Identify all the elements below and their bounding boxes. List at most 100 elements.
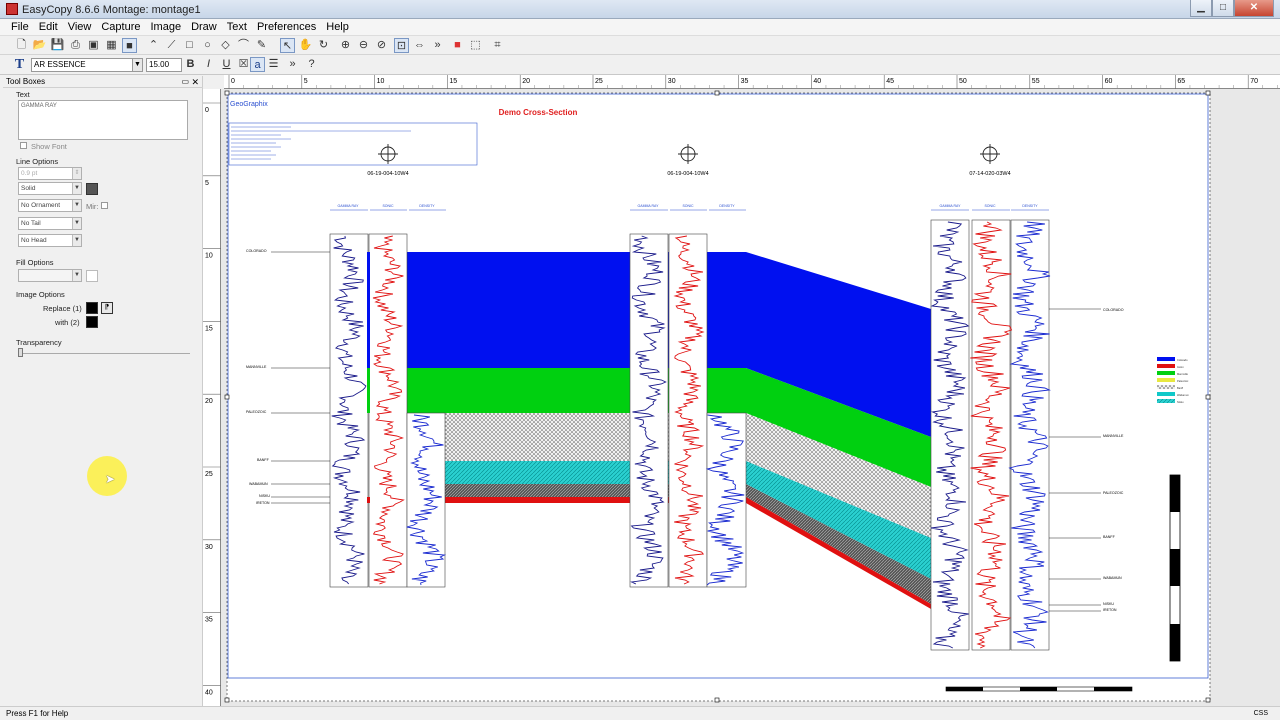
legend-label: Wabamun bbox=[1177, 393, 1189, 397]
font-color-icon[interactable]: a bbox=[250, 57, 265, 72]
more-chevron-icon-2[interactable]: » bbox=[285, 57, 300, 72]
line-icon[interactable]: ⟋ bbox=[164, 38, 179, 53]
legend-label: Paleozoic bbox=[1177, 379, 1189, 383]
font-size-field[interactable]: 15.00 bbox=[146, 58, 182, 72]
capture-icon[interactable]: ▣ bbox=[86, 38, 101, 53]
ruler-label: 20 bbox=[205, 398, 213, 405]
rectangle-icon[interactable]: □ bbox=[182, 38, 197, 53]
line-style-select[interactable]: Solid ▼ bbox=[18, 182, 82, 195]
status-bar: Press F1 for Help CSS bbox=[0, 706, 1280, 720]
well-1-label: 06-19-004-10W4 bbox=[367, 171, 408, 177]
color-fill-icon[interactable]: ■ bbox=[450, 38, 465, 53]
menu-capture[interactable]: Capture bbox=[96, 19, 145, 35]
panel-header: Tool Boxes ▭ ✕ bbox=[3, 76, 203, 88]
ruler-label: 5 bbox=[304, 78, 308, 85]
with-color-swatch[interactable] bbox=[86, 316, 98, 328]
mirror-checkbox[interactable] bbox=[101, 202, 108, 209]
ruler-label: 35 bbox=[205, 617, 213, 624]
legend-label: Banff bbox=[1177, 386, 1183, 390]
info-box bbox=[228, 122, 478, 166]
horizontal-ruler: 0 5 10 15 20 25 30 35 40 45 50 55 60 65 70 bbox=[224, 75, 1280, 89]
zoom-in-icon[interactable]: ⊕ bbox=[338, 38, 353, 53]
eyedropper-icon[interactable]: ⁋ bbox=[101, 302, 113, 314]
main-toolbar: 🗋 📂 💾 ⎙ ▣ ▦ ■ ⌃ ⟋ □ ○ ◇ ⌒ ✎ ↖ ✋ ↻ ⊕ ⊖ ⊘ … bbox=[0, 36, 1280, 55]
minimize-button[interactable]: ▁ bbox=[1190, 0, 1212, 17]
line-color-swatch[interactable] bbox=[86, 183, 98, 195]
legend-label: Nisku bbox=[1177, 400, 1184, 404]
canvas[interactable]: GeoGraphix Demo Cross-Section 06-19-004-… bbox=[221, 89, 1280, 706]
track-header: GAMMA RAY bbox=[638, 204, 660, 208]
transparency-track bbox=[18, 353, 190, 354]
crop-icon[interactable]: ⌗ bbox=[490, 38, 505, 53]
menu-draw[interactable]: Draw bbox=[186, 19, 222, 35]
polyline-icon[interactable]: ⌃ bbox=[146, 38, 161, 53]
ruler-label: 35 bbox=[741, 78, 749, 85]
zoom-fit-icon[interactable]: ⊘ bbox=[374, 38, 389, 53]
zoom-page-icon[interactable]: ⊡ bbox=[394, 38, 409, 53]
hand-icon[interactable]: ✋ bbox=[298, 38, 313, 53]
polygon-icon[interactable]: ◇ bbox=[218, 38, 233, 53]
more-chevron-icon[interactable]: » bbox=[430, 38, 445, 53]
pin-icon[interactable]: ▭ bbox=[181, 76, 189, 88]
brand-text: GeoGraphix bbox=[230, 101, 268, 108]
help-pointer-icon[interactable]: ? bbox=[304, 57, 319, 72]
menu-edit[interactable]: Edit bbox=[34, 19, 63, 35]
close-button[interactable]: ✕ bbox=[1234, 0, 1274, 17]
formation-top-label: NISKU bbox=[259, 494, 270, 498]
well-3-logs bbox=[930, 219, 1051, 651]
bold-icon[interactable]: B bbox=[183, 57, 198, 72]
menu-view[interactable]: View bbox=[63, 19, 97, 35]
show-font-label: Show Font bbox=[31, 142, 67, 151]
maximize-button[interactable]: □ bbox=[1212, 0, 1234, 17]
head-select[interactable]: No Head ▼ bbox=[18, 234, 82, 247]
font-select[interactable]: AR ESSENCE ▼ bbox=[31, 58, 143, 72]
formation-top-label: MANNVILLE bbox=[1103, 434, 1124, 438]
panel-close-icon[interactable]: ✕ bbox=[191, 76, 199, 88]
align-icon[interactable]: ☰ bbox=[266, 57, 281, 72]
image-mode-icon[interactable]: ■ bbox=[122, 38, 137, 53]
open-icon[interactable]: 📂 bbox=[32, 38, 47, 53]
zoom-width-icon[interactable]: ⇔ bbox=[412, 38, 427, 53]
save-icon[interactable]: 💾 bbox=[50, 38, 65, 53]
tail-select[interactable]: No Tail ▼ bbox=[18, 217, 82, 230]
italic-icon[interactable]: I bbox=[201, 57, 216, 72]
menu-preferences[interactable]: Preferences bbox=[252, 19, 321, 35]
track-header: DENSITY bbox=[1022, 204, 1038, 208]
horizontal-scale-bar bbox=[945, 686, 1133, 692]
underline-icon[interactable]: U bbox=[219, 57, 234, 72]
ellipse-icon[interactable]: ○ bbox=[200, 38, 215, 53]
rotate-icon[interactable]: ↻ bbox=[316, 38, 331, 53]
palette-icon[interactable]: ▦ bbox=[104, 38, 119, 53]
ruler-label: 50 bbox=[959, 78, 967, 85]
ruler-label: 25 bbox=[595, 78, 603, 85]
ruler-label: 30 bbox=[205, 544, 213, 551]
pencil-icon[interactable]: ✎ bbox=[254, 38, 269, 53]
menu-file[interactable]: File bbox=[6, 19, 34, 35]
print-icon[interactable]: ⎙ bbox=[68, 38, 83, 53]
formation-top-label: IRETON bbox=[256, 501, 270, 505]
ruler-label: 10 bbox=[377, 78, 385, 85]
line-width-spinner[interactable]: 0.9 pt ⇕ bbox=[18, 167, 82, 180]
formation-top-label: PALEOZOIC bbox=[246, 410, 267, 414]
transparency-slider[interactable] bbox=[18, 348, 23, 357]
menu-image[interactable]: Image bbox=[146, 19, 187, 35]
selection-rect-icon[interactable]: ⬚ bbox=[468, 38, 483, 53]
select-arrow-icon[interactable]: ↖ bbox=[280, 38, 295, 53]
arc-icon[interactable]: ⌒ bbox=[236, 38, 251, 53]
text-section-label: Text bbox=[16, 90, 30, 99]
fill-color-swatch[interactable] bbox=[86, 270, 98, 282]
strikeout-box-icon[interactable]: ☒ bbox=[236, 57, 251, 72]
show-font-checkbox[interactable] bbox=[20, 142, 27, 149]
replace-label: Replace (1) bbox=[43, 304, 82, 313]
text-input[interactable]: GAMMA RAY bbox=[18, 100, 188, 140]
text-tool-icon[interactable]: T bbox=[12, 57, 27, 72]
menu-text[interactable]: Text bbox=[222, 19, 252, 35]
formation-top-label: MANNVILLE bbox=[246, 365, 267, 369]
new-icon[interactable]: 🗋 bbox=[14, 38, 29, 53]
cross-section-document[interactable]: GeoGraphix Demo Cross-Section 06-19-004-… bbox=[221, 89, 1280, 706]
menu-help[interactable]: Help bbox=[321, 19, 354, 35]
replace-color-swatch[interactable] bbox=[86, 302, 98, 314]
zoom-out-icon[interactable]: ⊖ bbox=[356, 38, 371, 53]
fill-select[interactable]: ▼ bbox=[18, 269, 82, 282]
ornament-select[interactable]: No Ornament ▼ bbox=[18, 199, 82, 212]
